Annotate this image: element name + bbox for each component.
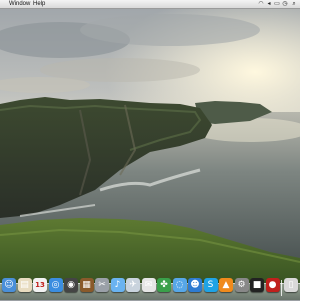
menu-window[interactable]: Window	[8, 0, 31, 8]
finder-icon[interactable]: ☺	[2, 278, 16, 292]
volume-icon[interactable]: ◂	[266, 1, 272, 7]
iphoto-icon[interactable]: ▦	[79, 278, 94, 292]
system-preferences-icon[interactable]: ⚙	[234, 278, 249, 292]
battery-icon[interactable]: ▭	[274, 1, 280, 7]
wallpaper	[0, 0, 300, 300]
wifi-icon[interactable]: ◠	[258, 1, 264, 7]
calendar-icon[interactable]: 13	[33, 278, 47, 292]
skype-icon[interactable]: S	[203, 278, 218, 292]
document-icon[interactable]: ▤	[17, 278, 32, 292]
safari-icon[interactable]: ◎	[48, 278, 63, 292]
ichat-icon[interactable]: ◌	[172, 278, 187, 292]
photo-booth-icon[interactable]: ●	[265, 278, 280, 292]
scissors-icon[interactable]: ✂	[95, 278, 109, 292]
spotlight-icon[interactable]: ⌕	[291, 1, 297, 7]
dock-divider	[281, 280, 282, 296]
trash-icon[interactable]: ▯	[284, 278, 298, 292]
desktop	[0, 0, 300, 300]
clover-icon[interactable]: ✤	[157, 278, 171, 292]
dock: ☺ ▤ 13 ◎ ◉ ▦ ✂ ♪ ✈ ✉ ✤ ◌ ☻ S ▲ ⚙ ■ ● ▯	[0, 276, 300, 301]
vlc-icon[interactable]: ▲	[219, 278, 233, 292]
menu-bar: Window Help ◠ ◂ ▭ ◷ ⌕	[0, 0, 300, 9]
mail-icon[interactable]: ✉	[141, 278, 156, 292]
person-icon[interactable]: ☻	[188, 278, 202, 292]
menu-help[interactable]: Help	[32, 0, 46, 8]
camcorder-icon[interactable]: ■	[250, 278, 264, 292]
bird-icon[interactable]: ✈	[126, 278, 140, 292]
clock-icon[interactable]: ◷	[282, 1, 288, 7]
camera-icon[interactable]: ◉	[64, 278, 78, 292]
itunes-icon[interactable]: ♪	[110, 278, 125, 292]
